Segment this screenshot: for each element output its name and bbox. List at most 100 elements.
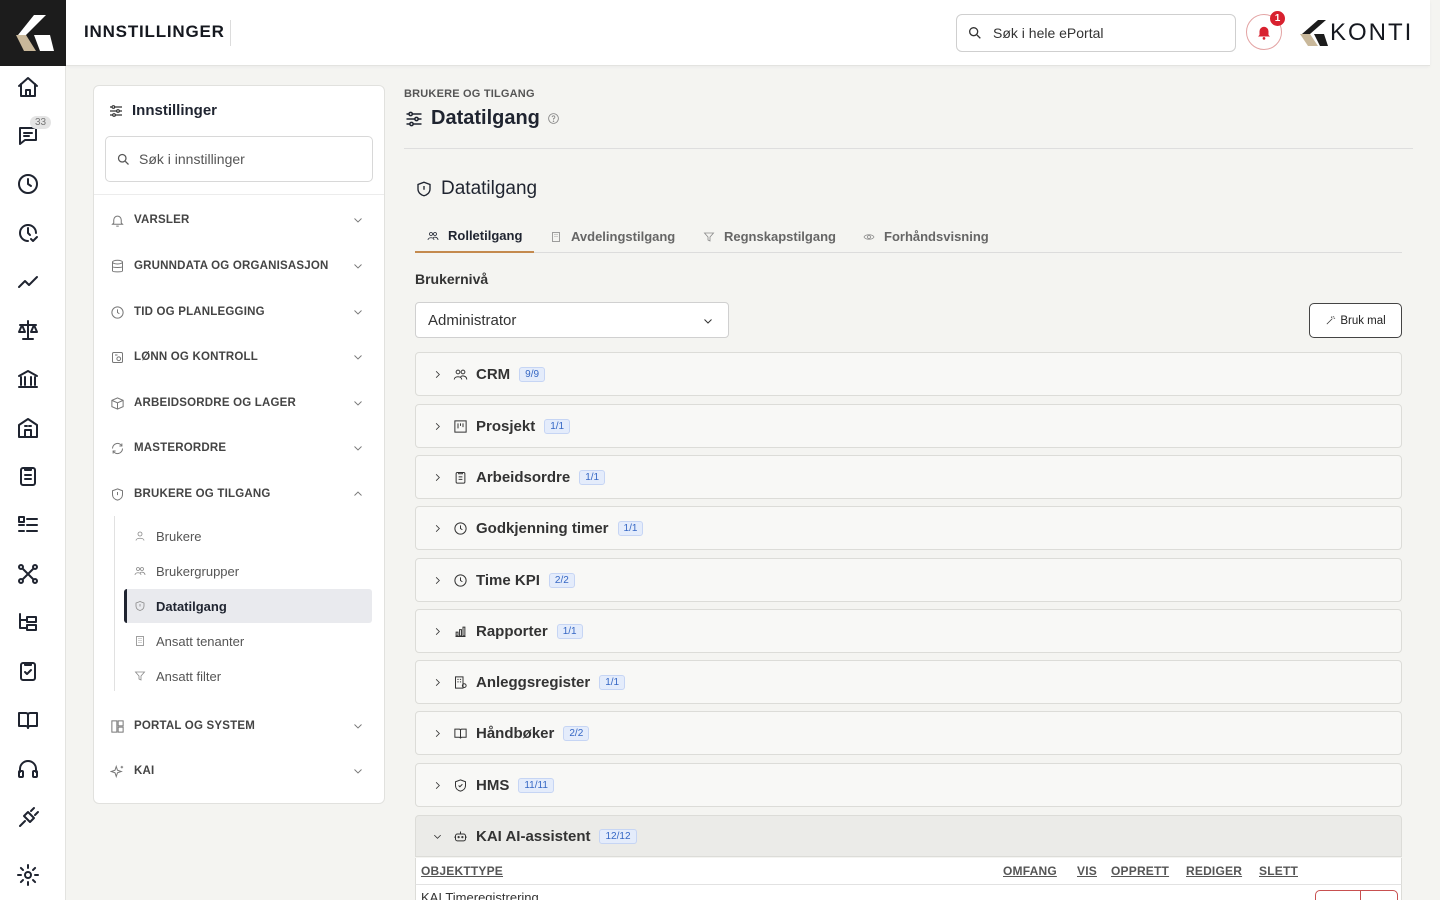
messages-badge: 33 [30,116,52,129]
module-time-kpi[interactable]: Time KPI 2/2 [415,558,1402,602]
module-kai-ai-assistent[interactable]: KAI AI-assistent 12/12 [415,815,1402,857]
sub-item-datatilgang[interactable]: Datatilgang [124,589,372,623]
shield-icon [112,487,123,501]
category-lonn-og-kontroll[interactable]: LØNN OG KONTROLL [110,346,370,368]
settings-search-input[interactable]: Søk i innstillinger [105,136,373,182]
chevron-right-icon [435,627,440,635]
category-label: PORTAL OG SYSTEM [134,720,255,732]
sub-item-ansatt-tenanter[interactable]: Ansatt tenanter [124,624,372,658]
module-name: HMS [476,776,510,794]
scale-icon[interactable] [14,316,42,344]
robot-icon [454,831,467,841]
sliders-icon [110,104,122,117]
module-count-badge: 1/1 [599,674,626,690]
page-section-title: INNSTILLINGER [84,22,225,41]
chevron-up-icon [354,491,362,496]
row-toggle-control[interactable] [1315,890,1398,900]
sub-item-ansatt-filter[interactable]: Ansatt filter [124,659,372,693]
konti-brand-icon [1300,20,1328,46]
column-header-scope[interactable]: OMFANG [1003,864,1057,878]
box-icon [111,396,124,410]
module-prosjekt[interactable]: Prosjekt 1/1 [415,404,1402,448]
tab-avdelingstilgang[interactable]: Avdelingstilgang [538,220,687,253]
chevron-right-icon [435,576,440,584]
module-name: Arbeidsordre [476,468,571,486]
sparkle-icon [110,764,124,778]
chevron-right-icon [435,524,440,532]
module-arbeidsordre[interactable]: Arbeidsordre 1/1 [415,455,1402,499]
tab-forhandsvisning[interactable]: Forhåndsvisning [851,220,1001,253]
users-icon [453,369,468,380]
tab-rolletilgang[interactable]: Rolletilgang [415,220,535,253]
app-logo[interactable] [0,0,66,66]
sub-item-label: Ansatt tenanter [156,633,245,649]
category-masterordre[interactable]: MASTERORDRE [110,437,370,459]
breadcrumb[interactable]: BRUKERE OG TILGANG [404,88,535,100]
chevron-down-icon [354,310,362,315]
tab-label: Rolletilgang [448,228,523,243]
module-count-badge: 1/1 [544,418,571,434]
category-arbeidsordre-og-lager[interactable]: ARBEIDSORDRE OG LAGER [110,392,370,414]
category-varsler[interactable]: VARSLER [110,209,370,231]
clock-check-icon[interactable] [14,219,42,247]
clock-icon [111,305,124,319]
tree-icon[interactable] [14,608,42,636]
magic-wand-icon [1326,316,1336,325]
page-title: Datatilgang [404,107,560,130]
building-icon [136,636,144,646]
gear-icon[interactable] [14,861,42,889]
database-icon [112,259,123,272]
clipboard-check-icon[interactable] [14,657,42,685]
clock-icon[interactable] [14,170,42,198]
list-icon[interactable] [14,511,42,539]
building-icon[interactable] [14,414,42,442]
module-crm[interactable]: CRM 9/9 [415,352,1402,396]
plug-icon[interactable] [14,804,42,832]
category-label: MASTERORDRE [134,442,227,454]
global-search-input[interactable]: Søk i hele ePortal [956,14,1236,52]
column-header-object-type[interactable]: OBJEKTTYPE [421,864,503,878]
module-name: Anleggsregister [476,673,591,691]
category-label: VARSLER [134,214,190,226]
category-kai[interactable]: KAI [110,760,370,782]
search-icon [117,153,129,165]
column-header-edit[interactable]: REDIGER [1186,864,1242,878]
book-icon[interactable] [14,706,42,734]
module-handboker[interactable]: Håndbøker 2/2 [415,711,1402,755]
module-godkjenning-timer[interactable]: Godkjenning timer 1/1 [415,506,1402,550]
top-header: INNSTILLINGER Søk i hele ePortal 1 KONTI [66,0,1430,66]
category-tid-og-planlegging[interactable]: TID OG PLANLEGGING [110,301,370,323]
user-icon [135,531,145,541]
tab-regnskapstilgang[interactable]: Regnskapstilgang [691,220,848,253]
user-level-select[interactable]: Administrator [415,302,729,338]
clipboard-icon[interactable] [14,462,42,490]
module-rapporter[interactable]: Rapporter 1/1 [415,609,1402,653]
sub-item-brukergrupper[interactable]: Brukergrupper [124,554,372,588]
module-count-badge: 11/11 [518,777,554,793]
module-name: Håndbøker [476,724,555,742]
home-icon[interactable] [14,73,42,101]
category-grunndata[interactable]: GRUNNDATA OG ORGANISASJON [110,255,370,277]
module-name: Rapporter [476,622,548,640]
settings-panel-title: Innstillinger [132,102,218,119]
module-hms[interactable]: HMS 11/11 [415,763,1402,807]
category-label: TID OG PLANLEGGING [134,306,265,318]
column-header-delete[interactable]: SLETT [1259,864,1298,878]
headset-icon[interactable] [14,755,42,783]
network-icon[interactable] [14,560,42,588]
trend-icon[interactable] [14,268,42,296]
bank-icon[interactable] [14,365,42,393]
sub-item-label: Datatilgang [156,598,227,614]
column-header-view[interactable]: VIS [1077,864,1097,878]
title-divider [230,20,231,46]
module-anleggsregister[interactable]: Anleggsregister 1/1 [415,660,1402,704]
category-portal-og-system[interactable]: PORTAL OG SYSTEM [110,715,370,737]
category-brukere-og-tilgang[interactable]: BRUKERE OG TILGANG [110,483,370,505]
column-header-create[interactable]: OPPRETT [1111,864,1169,878]
table-row: KAI Timeregistrering [415,885,1402,900]
help-icon[interactable] [547,112,560,125]
sub-item-brukere[interactable]: Brukere [124,519,372,553]
shield-icon [135,601,145,611]
chevron-down-icon [354,401,362,406]
use-template-button[interactable]: Bruk mal [1309,303,1402,338]
